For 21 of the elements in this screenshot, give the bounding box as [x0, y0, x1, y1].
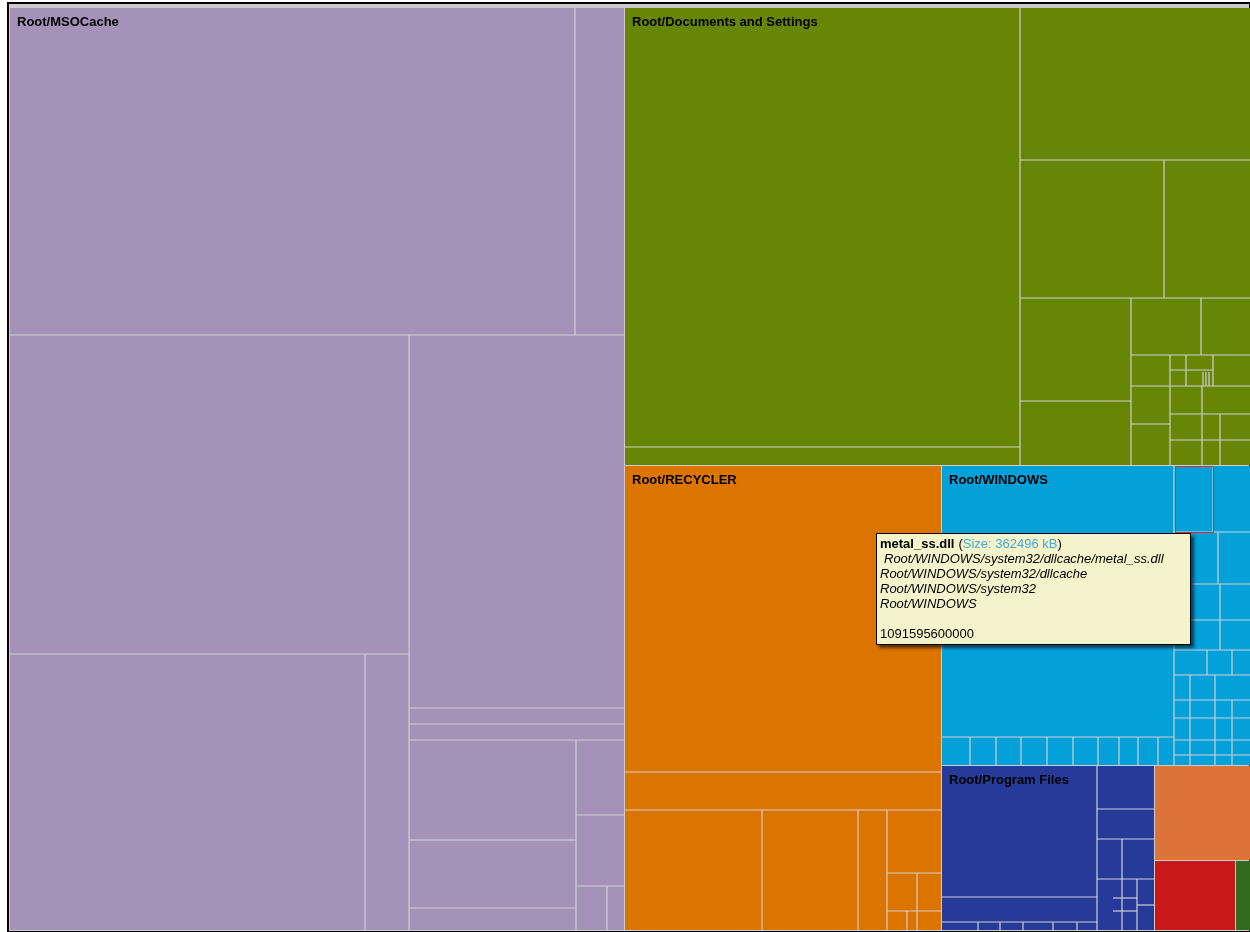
folder-path: Root/WINDOWS/system32/dllcache/metal_ss.dll	[883, 551, 1165, 566]
file-size: Size: 362496 kB	[962, 536, 1058, 551]
size-paren: )	[1057, 536, 1062, 551]
folder-label: Root/RECYCLER	[632, 473, 737, 486]
folder-tile[interactable]	[1155, 766, 1250, 860]
file-name: metal_ss.dll	[880, 536, 955, 551]
hover-highlight-outline	[1175, 466, 1214, 533]
folder-path: Root/WINDOWS	[880, 596, 978, 611]
folder-label: Root/WINDOWS	[949, 473, 1048, 486]
folder-label: Root/MSOCache	[17, 15, 119, 28]
folder-tile[interactable]	[1155, 861, 1235, 930]
folder-path: Root/WINDOWS/system32	[880, 581, 1038, 596]
folder-label: Root/Program Files	[949, 773, 1069, 786]
folder-tile[interactable]	[1236, 861, 1250, 930]
folder-path: Root/WINDOWS/system32/dllcache	[880, 566, 1089, 581]
folder-tile[interactable]	[9, 7, 625, 931]
folder-tile[interactable]	[941, 764, 1155, 931]
size-value: 1091595600000	[880, 626, 975, 641]
folder-label: Root/Documents and Settings	[632, 15, 818, 28]
size-paren: (	[958, 536, 963, 551]
folder-tile[interactable]	[624, 7, 1250, 466]
